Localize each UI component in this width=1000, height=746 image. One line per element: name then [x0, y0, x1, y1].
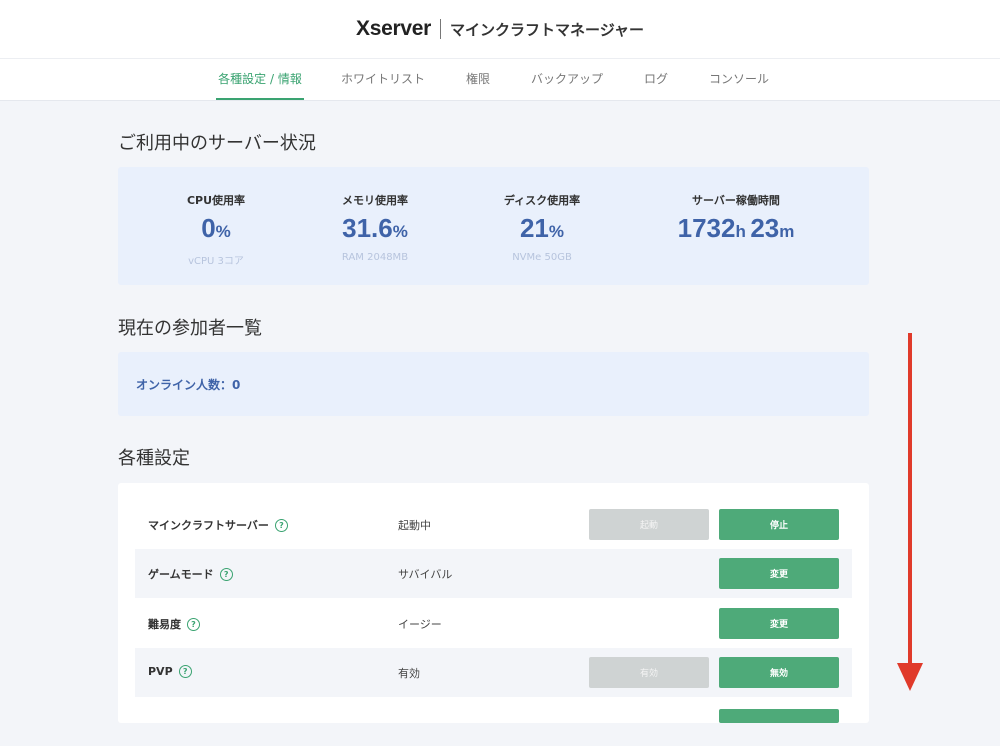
setting-label-wrap: PVP ? [148, 665, 192, 678]
setting-row-gamemode: ゲームモード ? サバイバル 変更 [135, 549, 852, 598]
memory-value: 31.6% [295, 213, 455, 244]
header-divider [440, 19, 441, 39]
setting-row-next [135, 697, 852, 746]
uptime-hours: 1732 [677, 213, 736, 243]
disk-value: 21% [462, 213, 622, 244]
server-stats-panel: CPU使用率 0% vCPU 3コア メモリ使用率 31.6% RAM 2048… [118, 167, 869, 285]
app-header: Xserver マインクラフトマネージャー [0, 0, 1000, 59]
tab-log[interactable]: ログ [634, 59, 678, 100]
memory-unit: % [392, 222, 408, 241]
cpu-unit: % [215, 222, 231, 241]
cpu-label: CPU使用率 [186, 194, 246, 207]
uptime-label: サーバー稼働時間 [692, 194, 780, 207]
uptime-hours-unit: h [735, 222, 746, 241]
arrow-head [897, 663, 923, 691]
setting-label-gamemode: ゲームモード [148, 568, 214, 581]
help-icon[interactable]: ? [274, 518, 288, 532]
difficulty-value: イージー [398, 618, 442, 631]
disk-spec: NVMe 50GB [512, 252, 572, 263]
setting-label-pvp: PVP [148, 665, 173, 678]
help-icon[interactable]: ? [178, 665, 192, 678]
tab-whitelist[interactable]: ホワイトリスト [332, 59, 434, 100]
server-state: 起動中 [398, 519, 431, 532]
scroll-down-arrow-icon [897, 333, 923, 691]
memory-number: 31.6 [342, 213, 393, 243]
cpu-value: 0% [136, 213, 296, 244]
gamemode-value: サバイバル [398, 568, 453, 581]
setting-row-pvp: PVP ? 有効 有効 無効 [135, 648, 852, 697]
uptime-minutes-unit: m [779, 222, 795, 241]
tab-permissions[interactable]: 権限 [456, 59, 500, 100]
next-row-button-edge [719, 709, 839, 723]
players-panel: オンライン人数：0 [118, 352, 869, 416]
setting-label-server: マインクラフトサーバー [148, 519, 269, 532]
disable-pvp-button[interactable]: 無効 [719, 657, 839, 688]
tab-bar: 各種設定 / 情報 ホワイトリスト 権限 バックアップ ログ コンソール [0, 59, 1000, 101]
change-gamemode-button[interactable]: 変更 [719, 558, 839, 589]
settings-title: 各種設定 [118, 448, 190, 469]
online-count: オンライン人数：0 [136, 378, 241, 392]
help-icon[interactable]: ? [187, 617, 200, 631]
disk-label: ディスク使用率 [503, 194, 581, 207]
tab-settings-info[interactable]: 各種設定 / 情報 [216, 59, 304, 100]
uptime-minutes: 23 [750, 213, 780, 243]
pvp-value: 有効 [398, 667, 420, 680]
uptime-value: 1732h 23m [636, 213, 836, 244]
setting-row-server: マインクラフトサーバー ? 起動中 起動 停止 [135, 500, 852, 549]
xserver-logo[interactable]: Xserver [356, 17, 431, 41]
enable-pvp-button[interactable]: 有効 [589, 657, 709, 688]
setting-label-difficulty: 難易度 [148, 618, 181, 631]
settings-card: マインクラフトサーバー ? 起動中 起動 停止 ゲームモード ? サバイバル 変… [118, 483, 869, 723]
memory-spec: RAM 2048MB [341, 252, 409, 263]
setting-label-wrap: マインクラフトサーバー ? [148, 517, 288, 533]
players-title: 現在の参加者一覧 [118, 318, 262, 339]
cpu-number: 0 [201, 213, 216, 243]
help-icon[interactable]: ? [219, 567, 233, 581]
memory-label: メモリ使用率 [342, 194, 408, 207]
cpu-spec: vCPU 3コア [188, 256, 244, 267]
server-status-title: ご利用中のサーバー状況 [118, 133, 316, 154]
stop-button[interactable]: 停止 [719, 509, 839, 540]
setting-label-wrap: ゲームモード ? [148, 566, 233, 582]
app-title: マインクラフトマネージャー [450, 20, 644, 39]
disk-number: 21 [519, 213, 549, 243]
disk-unit: % [548, 222, 565, 241]
arrow-shaft [908, 333, 912, 667]
tab-console[interactable]: コンソール [700, 59, 778, 100]
setting-row-difficulty: 難易度 ? イージー 変更 [135, 599, 852, 648]
setting-label-wrap: 難易度 ? [148, 616, 200, 632]
change-difficulty-button[interactable]: 変更 [719, 608, 839, 639]
tab-backup[interactable]: バックアップ [522, 59, 612, 100]
start-button[interactable]: 起動 [589, 509, 709, 540]
